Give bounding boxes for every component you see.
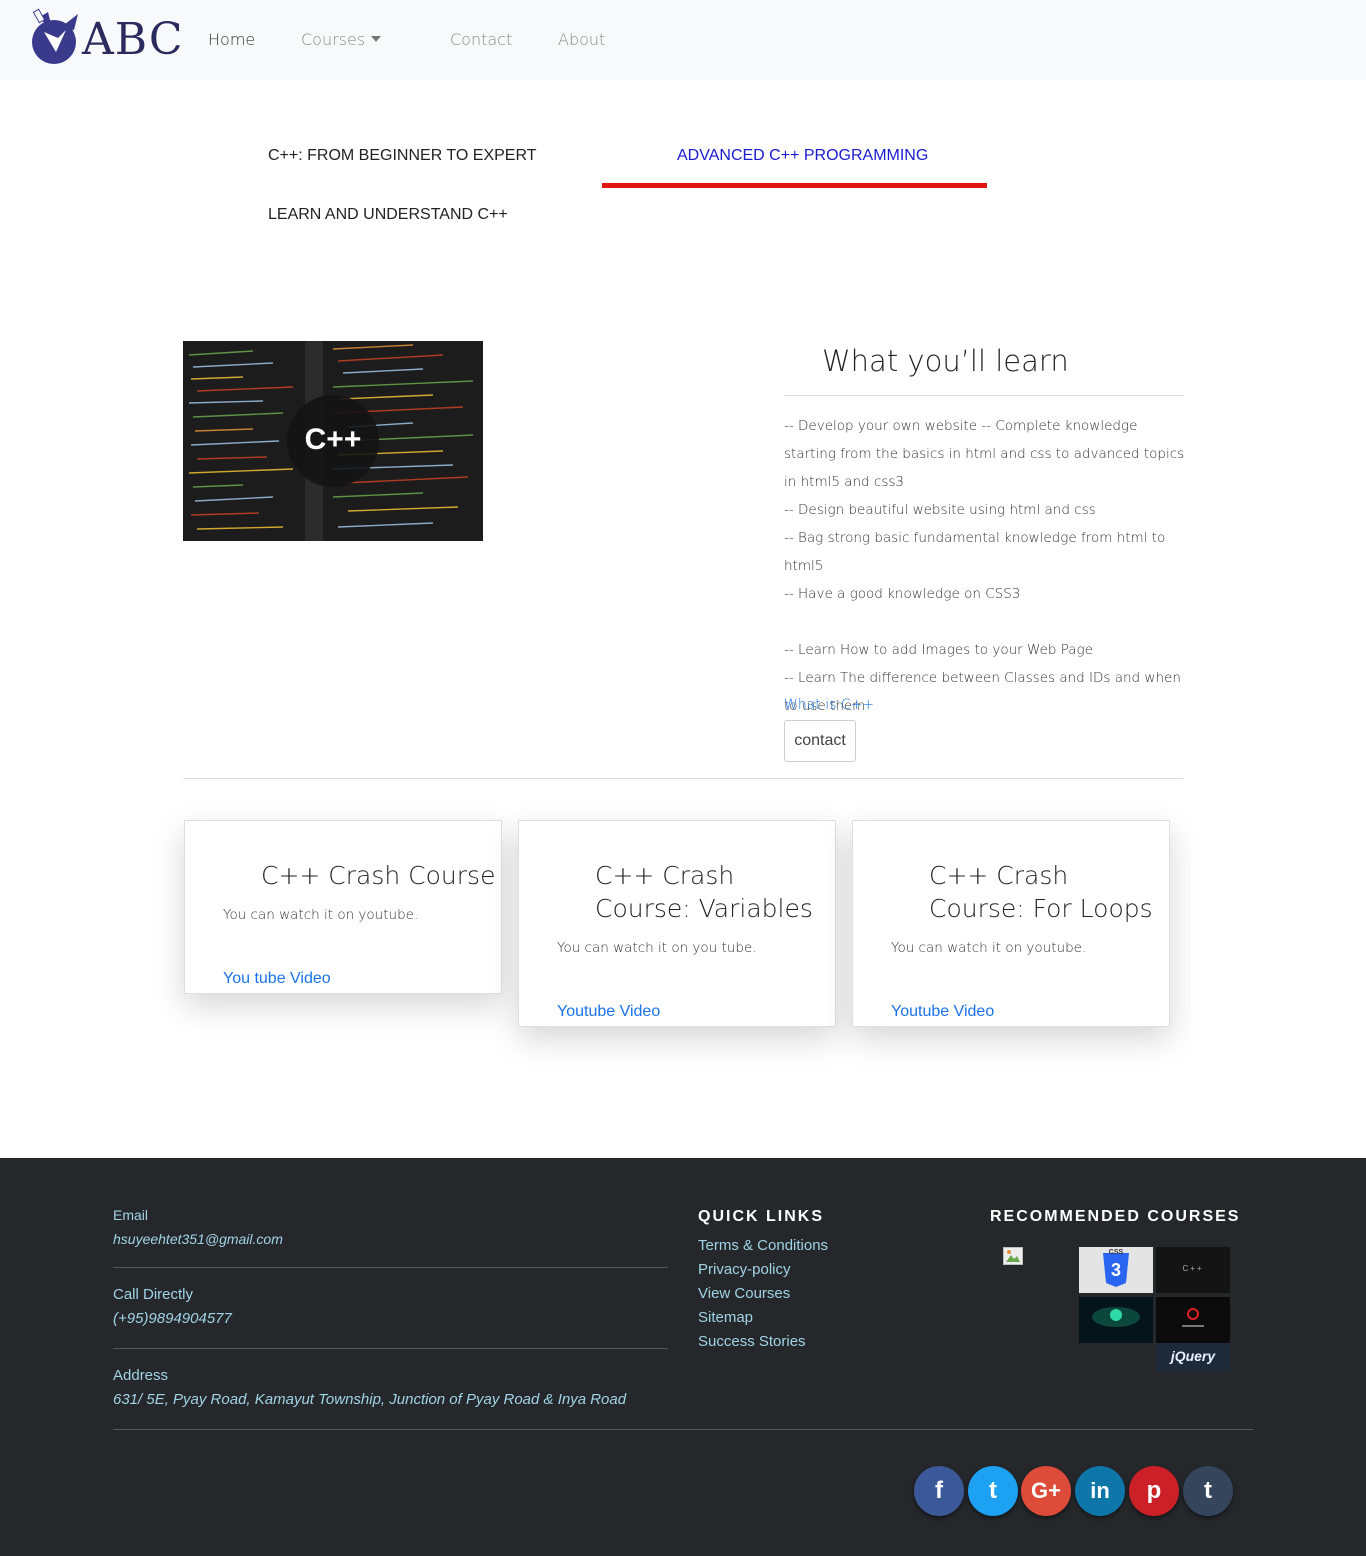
section-divider — [183, 778, 1183, 779]
quick-link-terms[interactable]: Terms & Conditions — [698, 1236, 828, 1256]
css3-label: CSS — [1108, 1249, 1124, 1256]
tab-learn-understand[interactable]: LEARN AND UNDERSTAND C++ — [268, 205, 508, 225]
call-label: Call Directly — [113, 1286, 194, 1303]
tab-beginner-to-expert[interactable]: C++: FROM BEGINNER TO EXPERT — [268, 146, 537, 166]
active-tab-indicator — [602, 183, 987, 188]
phone-value[interactable]: (+95)9894904577 — [113, 1309, 232, 1329]
course-thumb-green[interactable] — [1079, 1297, 1153, 1343]
email-label: Email — [113, 1207, 149, 1223]
pinterest-icon[interactable]: p — [1129, 1466, 1179, 1516]
learn-item: -- Have a good knowledge on CSS3 — [784, 586, 1021, 602]
card-text: You can watch it on you tube. — [557, 940, 757, 956]
what-is-cpp-link[interactable]: What is C++ — [784, 694, 874, 716]
learn-item: -- Develop your own website -- Complete … — [784, 418, 1185, 490]
broken-image-icon[interactable] — [1003, 1247, 1023, 1265]
tab-advanced-cpp[interactable]: ADVANCED C++ PROGRAMMING — [677, 146, 928, 166]
nav-about[interactable]: About — [558, 30, 605, 50]
quick-link-success-stories[interactable]: Success Stories — [698, 1332, 806, 1352]
tumblr-icon[interactable]: t — [1183, 1466, 1233, 1516]
course-image: C++ — [183, 341, 483, 541]
nav-courses-label: Courses — [301, 30, 366, 49]
brand-name: ABC — [82, 14, 184, 65]
nav-contact[interactable]: Contact — [450, 30, 512, 50]
learn-divider — [784, 395, 1183, 396]
course-thumb-jquery[interactable]: jQuery — [1156, 1343, 1230, 1371]
jquery-label: jQuery — [1170, 1348, 1216, 1364]
quick-link-sitemap[interactable]: Sitemap — [698, 1308, 753, 1328]
quick-links-heading: QUICK LINKS — [698, 1208, 824, 1225]
learn-item: -- Bag strong basic fundamental knowledg… — [784, 530, 1166, 574]
footer-bottom-divider — [113, 1429, 1253, 1430]
brand-logo[interactable]: ABC — [30, 8, 183, 66]
ring-icon — [1182, 1308, 1204, 1327]
cpp-thumb-label: C++ — [1182, 1264, 1204, 1273]
logo-icon — [32, 8, 78, 64]
footer-divider — [113, 1267, 668, 1268]
address-label: Address — [113, 1367, 169, 1384]
card-video-link[interactable]: Youtube Video — [557, 1002, 660, 1022]
nav-courses-dropdown[interactable]: Courses — [301, 30, 382, 50]
course-thumb-cpp[interactable]: C++ — [1156, 1247, 1230, 1293]
learn-item — [784, 608, 1186, 636]
card-video-link[interactable]: You tube Video — [223, 969, 331, 989]
card-title: C++ Crash Course: For Loops — [929, 861, 1153, 923]
course-image-label: C++ — [304, 423, 362, 456]
course-card: C++ Crash Course: For Loops You can watc… — [852, 820, 1170, 1027]
recommended-heading: RECOMMENDED COURSES — [990, 1208, 1241, 1225]
css3-number: 3 — [1110, 1260, 1121, 1280]
linkedin-icon[interactable]: in — [1075, 1466, 1125, 1516]
card-text: You can watch it on youtube. — [223, 907, 419, 923]
glow-icon — [1092, 1307, 1140, 1327]
learn-title: What you’ll learn — [822, 344, 1069, 378]
course-card: C++ Crash Course: Variables You can watc… — [518, 820, 836, 1027]
address-value: 631/ 5E, Pyay Road, Kamayut Township, Ju… — [113, 1391, 627, 1408]
email-value[interactable]: hsuyeehtet351@gmail.com — [113, 1229, 283, 1249]
facebook-icon[interactable]: f — [914, 1466, 964, 1516]
course-card: C++ Crash Course You can watch it on you… — [184, 820, 502, 994]
card-video-link[interactable]: Youtube Video — [891, 1002, 994, 1022]
learn-item: -- Learn How to add Images to your Web P… — [784, 642, 1093, 658]
footer-divider — [113, 1348, 668, 1349]
card-title: C++ Crash Course: Variables — [595, 861, 813, 923]
google-plus-icon[interactable]: G+ — [1021, 1466, 1071, 1516]
learn-list: -- Develop your own website -- Complete … — [784, 412, 1186, 720]
learn-item: -- Design beautiful website using html a… — [784, 502, 1096, 518]
quick-link-view-courses[interactable]: View Courses — [698, 1284, 790, 1304]
contact-button[interactable]: contact — [784, 720, 856, 762]
twitter-icon[interactable]: t — [968, 1466, 1018, 1516]
navbar: ABC Home Courses Contact About — [0, 0, 1366, 80]
quick-link-privacy[interactable]: Privacy-policy — [698, 1260, 791, 1280]
nav-home[interactable]: Home — [208, 30, 255, 50]
course-thumb-red[interactable] — [1156, 1297, 1230, 1343]
card-text: You can watch it on youtube. — [891, 940, 1087, 956]
chevron-down-icon — [371, 36, 382, 42]
course-thumb-css3[interactable]: CSS 3 — [1079, 1247, 1153, 1293]
card-title: C++ Crash Course — [261, 861, 496, 890]
